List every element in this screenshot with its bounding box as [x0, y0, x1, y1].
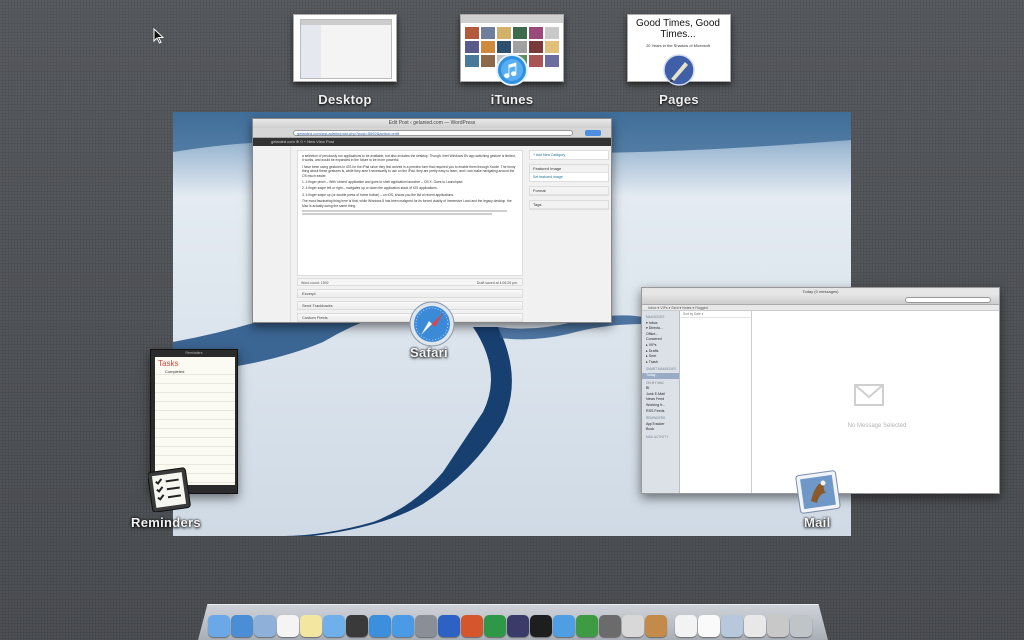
no-message-selected: No Message Selected [847, 423, 907, 429]
space-desktop-thumbnail[interactable] [293, 14, 397, 82]
post-paragraph: The most fascinating thing here is that,… [302, 199, 512, 208]
word-count: Word count: 1592 [301, 281, 329, 285]
facetime-icon[interactable] [346, 615, 368, 637]
trash-icon[interactable] [790, 615, 812, 637]
mail-window-title: Today (0 messages) [642, 288, 999, 295]
safari-address-bar[interactable]: gelanied.com/wp-admin/post.php?post=5592… [293, 130, 573, 136]
pages-preview-subtitle: 20 Years in the Shadow of Microsoft [646, 43, 710, 48]
excel-icon[interactable] [484, 615, 506, 637]
reminders-window-title: Reminders [185, 351, 203, 355]
photo-icon[interactable] [645, 615, 667, 637]
post-paragraph: I have been using gestures in iOS for th… [302, 164, 516, 178]
powerpoint-icon[interactable] [461, 615, 483, 637]
document-icon[interactable] [698, 615, 720, 637]
evernote-icon[interactable] [576, 615, 598, 637]
app-store-icon[interactable] [392, 615, 414, 637]
post-paragraph: a selection of previously run applicatio… [302, 154, 516, 163]
format-heading: Format [530, 187, 608, 195]
post-sidebar: + Add New Category Featured Image Set fe… [529, 150, 609, 214]
finder-icon[interactable] [208, 615, 230, 637]
wp-admin-menu [253, 146, 291, 322]
mail-sidebar-item[interactable]: RSS Feeds [642, 409, 679, 415]
pages-preview-title: Good Times, Good Times... [636, 18, 720, 40]
post-editor[interactable]: a selection of previously run applicatio… [297, 150, 523, 276]
editor-status-bar: Word count: 1592 Draft saved at 4:06:26 … [297, 278, 523, 286]
space-itunes-label: iTunes [490, 92, 534, 107]
dock-icons [208, 609, 820, 637]
mail-toolbar [642, 295, 999, 305]
pages-icon[interactable] [675, 615, 697, 637]
utility-icon[interactable] [599, 615, 621, 637]
reader-button[interactable] [585, 130, 601, 136]
preview-icon[interactable] [721, 615, 743, 637]
pages-icon [663, 54, 695, 86]
post-list-item: 2. 4 finger swipe left or right – naviga… [302, 186, 438, 191]
folder-icon[interactable] [767, 615, 789, 637]
system-preferences-icon[interactable] [415, 615, 437, 637]
draft-saved-status: Draft saved at 4:06:26 pm. [476, 281, 518, 285]
messages-icon[interactable] [323, 615, 345, 637]
reminders-list-title: Tasks [155, 357, 235, 368]
notes-icon[interactable] [300, 615, 322, 637]
space-pages[interactable]: Good Times, Good Times... 20 Years in th… [627, 14, 731, 107]
mouse-cursor-icon [153, 28, 165, 44]
safari-app-icon [409, 301, 455, 347]
tags-heading: Tags [530, 201, 608, 209]
safari-icon[interactable] [231, 615, 253, 637]
space-desktop[interactable]: Desktop [293, 14, 397, 107]
cloud-icon[interactable] [553, 615, 575, 637]
calendar-icon[interactable] [277, 615, 299, 637]
mail-sidebar: MAILBOXES ▾ Inbox ▾ Directo... Office... … [642, 311, 680, 493]
add-new-category-link[interactable]: + Add New Category [530, 151, 608, 159]
mail-window[interactable]: Today (0 messages) Inbox ▾ VIPs ▾ Sent ▾… [641, 287, 1000, 494]
reminders-app-label: Reminders [131, 515, 201, 530]
set-featured-image-link[interactable]: Set featured image [530, 173, 608, 181]
skype-icon[interactable] [530, 615, 552, 637]
tags-box[interactable]: Tags [529, 200, 609, 210]
mail-icon[interactable] [254, 615, 276, 637]
space-desktop-label: Desktop [318, 92, 372, 107]
reminders-completed-item[interactable]: Completed [155, 368, 235, 376]
printer-icon[interactable] [744, 615, 766, 637]
category-box[interactable]: + Add New Category [529, 150, 609, 160]
itunes-icon [496, 54, 528, 86]
cloud-app-icon[interactable] [622, 615, 644, 637]
space-pages-label: Pages [659, 92, 699, 107]
safari-window-title: Edit Post ‹ gelanied.com — WordPress [253, 119, 611, 128]
sort-by-date-button[interactable]: Sort by Date ▾ [680, 311, 751, 318]
word-icon[interactable] [438, 615, 460, 637]
mail-sidebar-section: MAIL ACTIVITY [646, 434, 669, 439]
post-list-item: 1. 4 finger pinch – With 'closed' applic… [302, 180, 463, 185]
safari-toolbar: gelanied.com/wp-admin/post.php?post=5592… [253, 128, 611, 138]
mail-sidebar-item[interactable]: Book [642, 427, 679, 433]
safari-window[interactable]: Edit Post ‹ gelanied.com — WordPress gel… [252, 118, 612, 323]
mail-sidebar-item[interactable]: ▸ Trash [642, 360, 679, 366]
mail-sidebar-item[interactable]: Today [642, 372, 679, 379]
mail-search-field[interactable] [905, 297, 991, 303]
reminders-app-icon [148, 467, 191, 512]
featured-image-heading: Featured Image [530, 165, 608, 173]
post-list-item: 3. 4 finger swipe up (or double press of… [302, 192, 454, 197]
mail-app-label: Mail [804, 515, 831, 530]
space-itunes[interactable]: iTunes [460, 14, 564, 107]
pen-icon[interactable] [507, 615, 529, 637]
envelope-icon [854, 384, 884, 406]
mail-app-icon [795, 470, 841, 514]
message-list[interactable]: Sort by Date ▾ [680, 311, 752, 493]
safari-app-label: Safari [410, 345, 448, 360]
format-box[interactable]: Format [529, 186, 609, 196]
itunes-icon[interactable] [369, 615, 391, 637]
featured-image-box[interactable]: Featured Image Set featured image [529, 164, 609, 182]
wp-admin-bar: gelanied.com ⊕ 0 + New View Post [253, 138, 611, 146]
excerpt-box[interactable]: Excerpt [297, 289, 523, 298]
